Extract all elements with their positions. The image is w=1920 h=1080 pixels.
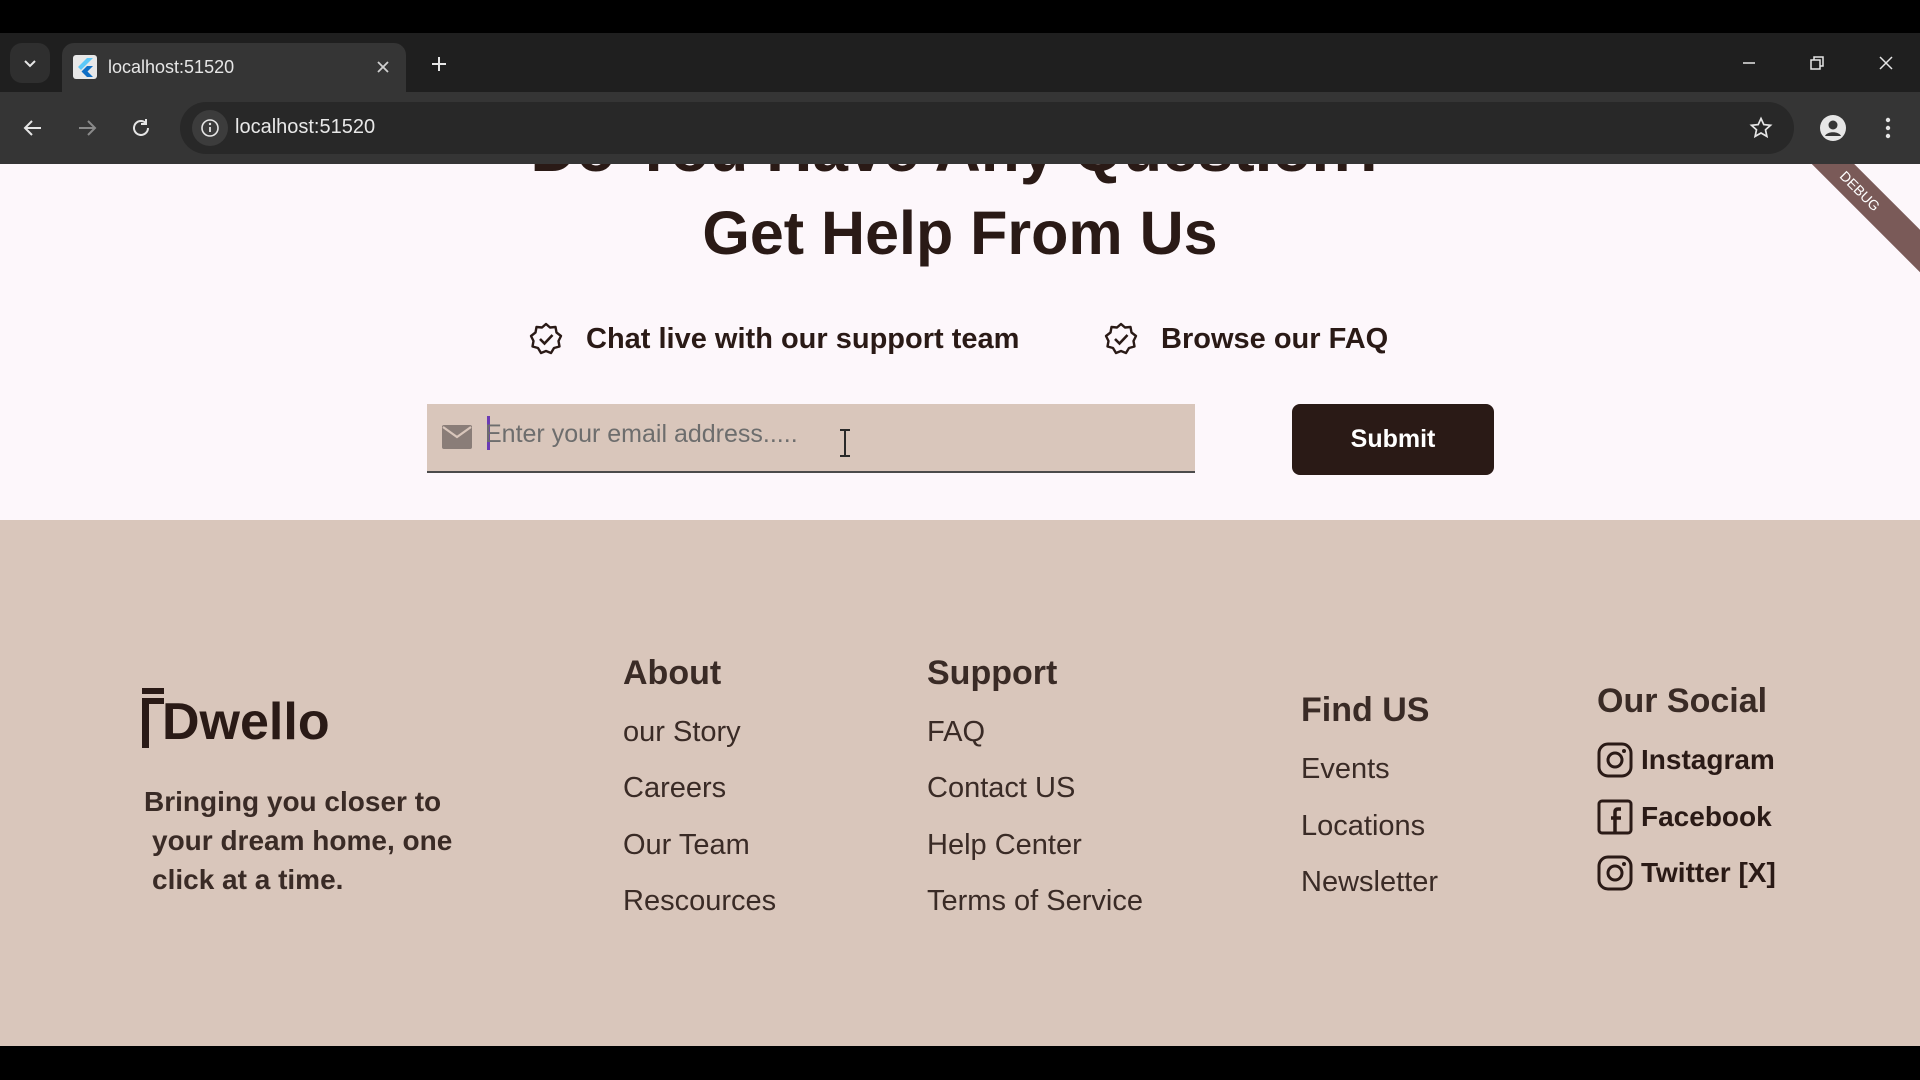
verified-check-icon [529, 322, 563, 355]
support-title: Support [927, 654, 1058, 692]
about-title: About [623, 654, 722, 692]
arrow-left-icon [23, 120, 41, 136]
social-link-facebook[interactable]: Facebook [1597, 799, 1772, 835]
more-vert-icon [1885, 117, 1891, 139]
email-input[interactable] [485, 414, 1125, 454]
restore-icon [1810, 56, 1824, 70]
footer-link-resources[interactable]: Rescources [623, 885, 776, 918]
url-text: localhost:51520 [235, 116, 376, 138]
screen-top-bar [0, 0, 1920, 33]
footer-link-newsletter[interactable]: Newsletter [1301, 866, 1438, 899]
section-heading: Get Help From Us [702, 199, 1218, 267]
bookmark-button[interactable] [1745, 112, 1777, 144]
star-icon [1749, 116, 1773, 139]
social-label: Twitter [X] [1641, 857, 1776, 888]
page-viewport: Do You Have Any Question? Get Help From … [0, 164, 1920, 1046]
footer-link-locations[interactable]: Locations [1301, 810, 1425, 843]
back-button[interactable] [13, 108, 53, 148]
reload-button[interactable] [121, 108, 161, 148]
plus-icon [432, 57, 446, 71]
tab-search-button[interactable] [10, 43, 50, 83]
feature-label: Browse our FAQ [1161, 322, 1389, 355]
arrow-right-icon [79, 120, 97, 136]
footer-link-help-center[interactable]: Help Center [927, 829, 1082, 862]
feature-chat: Chat live with our support team [528, 321, 1019, 357]
footer-tagline: Bringing you closer to your dream home, … [144, 782, 524, 899]
close-window-button[interactable] [1866, 47, 1906, 79]
logo-mark-icon [142, 688, 164, 748]
verified-check-icon [1104, 322, 1138, 355]
browser-tab[interactable]: localhost:51520 [62, 43, 406, 92]
instagram-icon [1597, 855, 1633, 891]
social-link-instagram[interactable]: Instagram [1597, 742, 1775, 778]
footer-link-our-story[interactable]: our Story [623, 716, 741, 749]
dwello-logo[interactable]: Dwello [142, 688, 330, 748]
feature-label: Chat live with our support team [586, 322, 1020, 355]
footer-link-faq[interactable]: FAQ [927, 716, 985, 749]
feature-faq: Browse our FAQ [1103, 321, 1388, 357]
site-footer: Dwello Bringing you closer to your dream… [0, 520, 1920, 1046]
footer-link-terms[interactable]: Terms of Service [927, 885, 1143, 918]
logo-text: Dwello [162, 693, 330, 751]
find-us-title: Find US [1301, 691, 1430, 729]
mail-icon [442, 425, 472, 449]
screen-bottom-bar [0, 1046, 1920, 1080]
social-label: Facebook [1641, 801, 1772, 832]
social-link-twitter[interactable]: Twitter [X] [1597, 855, 1776, 891]
restore-button[interactable] [1797, 47, 1837, 79]
email-field[interactable] [427, 404, 1195, 473]
tab-close-button[interactable] [370, 54, 396, 80]
close-icon [377, 61, 389, 73]
minimize-button[interactable] [1729, 47, 1769, 79]
footer-link-contact-us[interactable]: Contact US [927, 772, 1075, 805]
footer-link-events[interactable]: Events [1301, 753, 1390, 786]
site-info-button[interactable] [192, 110, 228, 146]
footer-link-our-team[interactable]: Our Team [623, 829, 750, 862]
forward-button[interactable] [67, 108, 107, 148]
footer-link-careers[interactable]: Careers [623, 772, 726, 805]
browser-toolbar: localhost:51520 [0, 92, 1920, 164]
instagram-icon [1597, 742, 1633, 778]
browser-tabstrip: localhost:51520 [0, 33, 1920, 92]
close-icon [1879, 56, 1893, 70]
minimize-icon [1743, 62, 1755, 64]
tagline-line: click at a time. [152, 864, 344, 895]
submit-button[interactable]: Submit [1292, 404, 1494, 475]
browser-menu-button[interactable] [1868, 108, 1908, 148]
flutter-favicon-icon [73, 55, 97, 79]
facebook-icon [1597, 799, 1633, 835]
social-title: Our Social [1597, 682, 1768, 720]
tagline-line: Bringing you closer to [144, 786, 442, 817]
info-icon [201, 119, 219, 137]
mouse-text-cursor-icon [840, 429, 850, 457]
reload-icon [133, 119, 149, 136]
social-label: Instagram [1641, 744, 1775, 775]
tagline-line: your dream home, one [152, 825, 453, 856]
chevron-down-icon [24, 60, 36, 68]
tab-title: localhost:51520 [108, 57, 235, 77]
new-tab-button[interactable] [424, 49, 454, 79]
profile-button[interactable] [1813, 108, 1853, 148]
address-bar[interactable]: localhost:51520 [180, 102, 1794, 154]
profile-icon [1820, 115, 1846, 141]
section-heading-cut: Do You Have Any Question? [0, 164, 1920, 186]
